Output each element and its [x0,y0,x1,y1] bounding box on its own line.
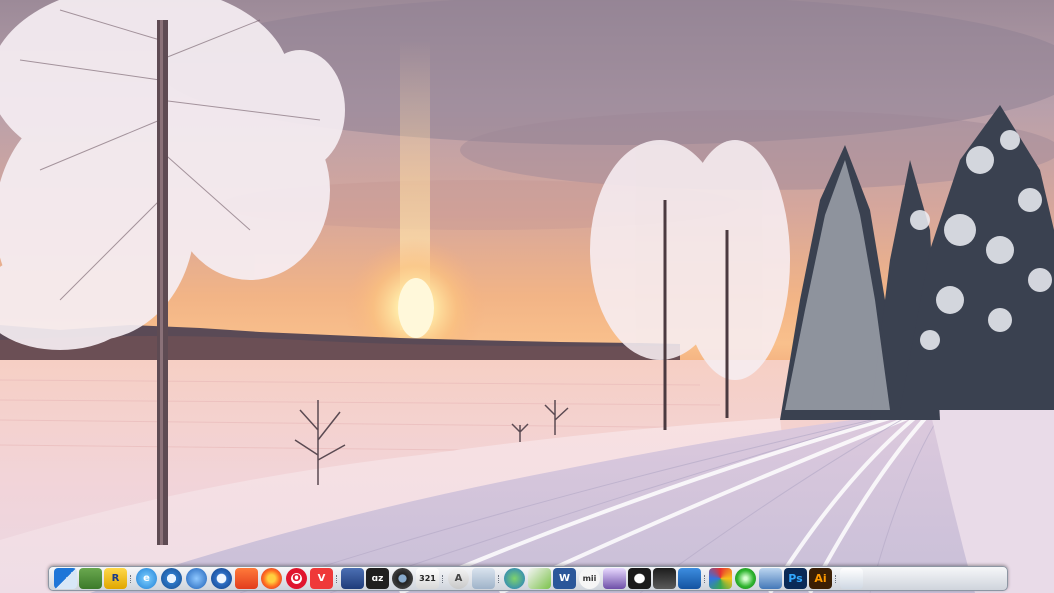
dock-separator [128,568,134,589]
desktop-wallpaper [0,0,1054,593]
shield-icon[interactable] [678,568,701,589]
dock-separator [702,568,708,589]
brave-browser-icon[interactable] [235,568,258,589]
internet-explorer-icon[interactable]: e [136,568,157,589]
green-orb-icon[interactable] [735,568,756,589]
notes-app-icon[interactable] [79,568,102,589]
calendar-321-icon[interactable]: 321 [416,568,439,589]
globe-icon[interactable] [504,568,525,589]
dock-separator [334,568,340,589]
eye-app-icon[interactable] [628,568,651,589]
r-app-icon[interactable]: R [104,568,127,589]
brush-palette-icon[interactable] [603,568,626,589]
dock-separator [496,568,502,589]
word-icon[interactable]: W [553,568,576,589]
magnifier-icon[interactable] [472,568,495,589]
dock-separator [833,568,839,589]
paint-tool-icon[interactable] [528,568,551,589]
firefox-icon[interactable] [261,568,282,589]
photoshop-icon[interactable]: Ps [784,568,807,589]
firefox-blue-icon[interactable] [186,568,207,589]
inkscape-icon[interactable] [653,568,676,589]
dock: Re O Vɑz 321 A Wmii Ps Ai [48,566,1008,591]
app-store-icon[interactable]: A [448,568,469,589]
colorful-app-icon[interactable] [709,568,732,589]
save-floppy-icon[interactable] [341,568,364,589]
mii-icon[interactable]: mii [579,568,600,589]
archive-utility-icon[interactable]: ɑz [366,568,389,589]
illustrator-icon[interactable]: Ai [809,568,832,589]
finder-icon[interactable] [54,568,77,589]
vivaldi-icon[interactable]: V [310,568,333,589]
shield-blue-icon[interactable] [759,568,782,589]
opera-icon[interactable]: O [286,568,307,589]
safari-icon[interactable] [161,568,182,589]
dock-separator [440,568,446,589]
thunderbird-icon[interactable] [211,568,232,589]
document-icon[interactable] [840,568,863,589]
camera-app-icon[interactable] [392,568,413,589]
